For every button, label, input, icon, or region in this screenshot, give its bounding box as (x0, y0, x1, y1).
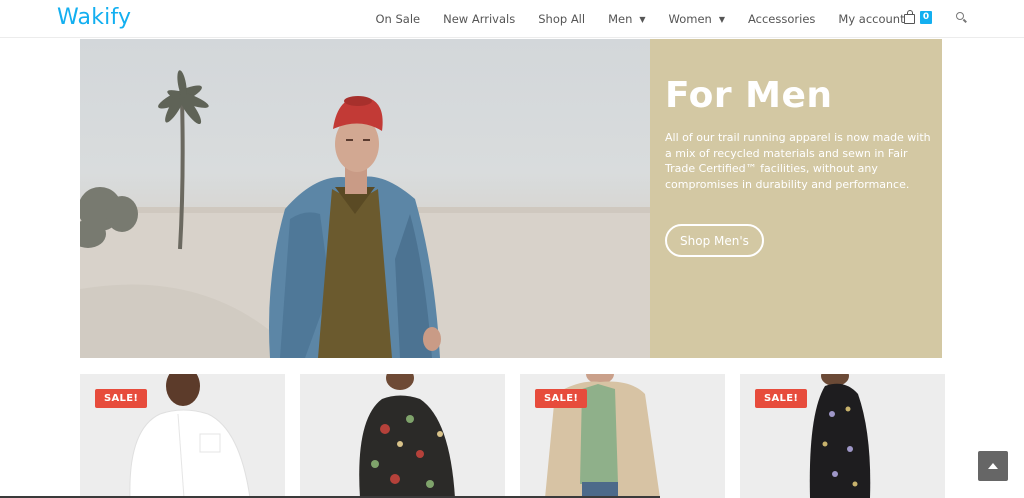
chevron-down-icon: ▼ (718, 14, 725, 24)
hero-image (80, 39, 650, 358)
chevron-down-icon: ▼ (639, 14, 646, 24)
nav-label: Men (608, 12, 633, 26)
nav-item-women[interactable]: Women ▼ (669, 12, 725, 26)
nav-label: Accessories (748, 12, 816, 26)
nav-label: New Arrivals (443, 12, 516, 26)
cart-button[interactable]: 0 (904, 10, 932, 24)
product-card[interactable]: SALE! (80, 374, 285, 498)
sale-badge: SALE! (95, 389, 148, 408)
arrow-up-icon (988, 463, 998, 469)
main-nav: On Sale New Arrivals Shop All Men ▼ Women… (364, 0, 916, 38)
product-image (359, 374, 455, 498)
hero-text-panel: For Men All of our trail running apparel… (650, 39, 942, 358)
search-icon[interactable] (956, 12, 967, 23)
hero-title: For Men (665, 75, 833, 116)
back-to-top-button[interactable] (978, 451, 1008, 481)
sale-badge: SALE! (755, 389, 808, 408)
nav-item-new-arrivals[interactable]: New Arrivals (443, 12, 515, 26)
nav-label: On Sale (375, 12, 421, 26)
nav-item-men[interactable]: Men ▼ (608, 12, 645, 26)
nav-item-my-account[interactable]: My account (838, 12, 904, 26)
sale-badge: SALE! (535, 389, 588, 408)
nav-item-on-sale[interactable]: On Sale (376, 12, 421, 26)
hero-banner: For Men All of our trail running apparel… (80, 39, 942, 358)
nav-label: My account (838, 12, 905, 26)
nav-item-accessories[interactable]: Accessories (748, 12, 815, 26)
site-logo[interactable]: Wakify (57, 5, 131, 30)
hero-description: All of our trail running apparel is now … (665, 131, 931, 191)
shop-mens-button[interactable]: Shop Men's (665, 224, 764, 257)
product-card[interactable] (300, 374, 505, 498)
nav-item-shop-all[interactable]: Shop All (538, 12, 585, 26)
site-header: Wakify On Sale New Arrivals Shop All Men… (0, 0, 1024, 38)
product-card[interactable]: SALE! (740, 374, 945, 498)
shopping-bag-icon (904, 10, 915, 24)
product-card[interactable]: SALE! (520, 374, 725, 498)
cart-count-badge: 0 (920, 11, 932, 24)
nav-label: Women (668, 12, 712, 26)
hero-photo-illustration (80, 70, 650, 358)
nav-label: Shop All (538, 12, 586, 26)
